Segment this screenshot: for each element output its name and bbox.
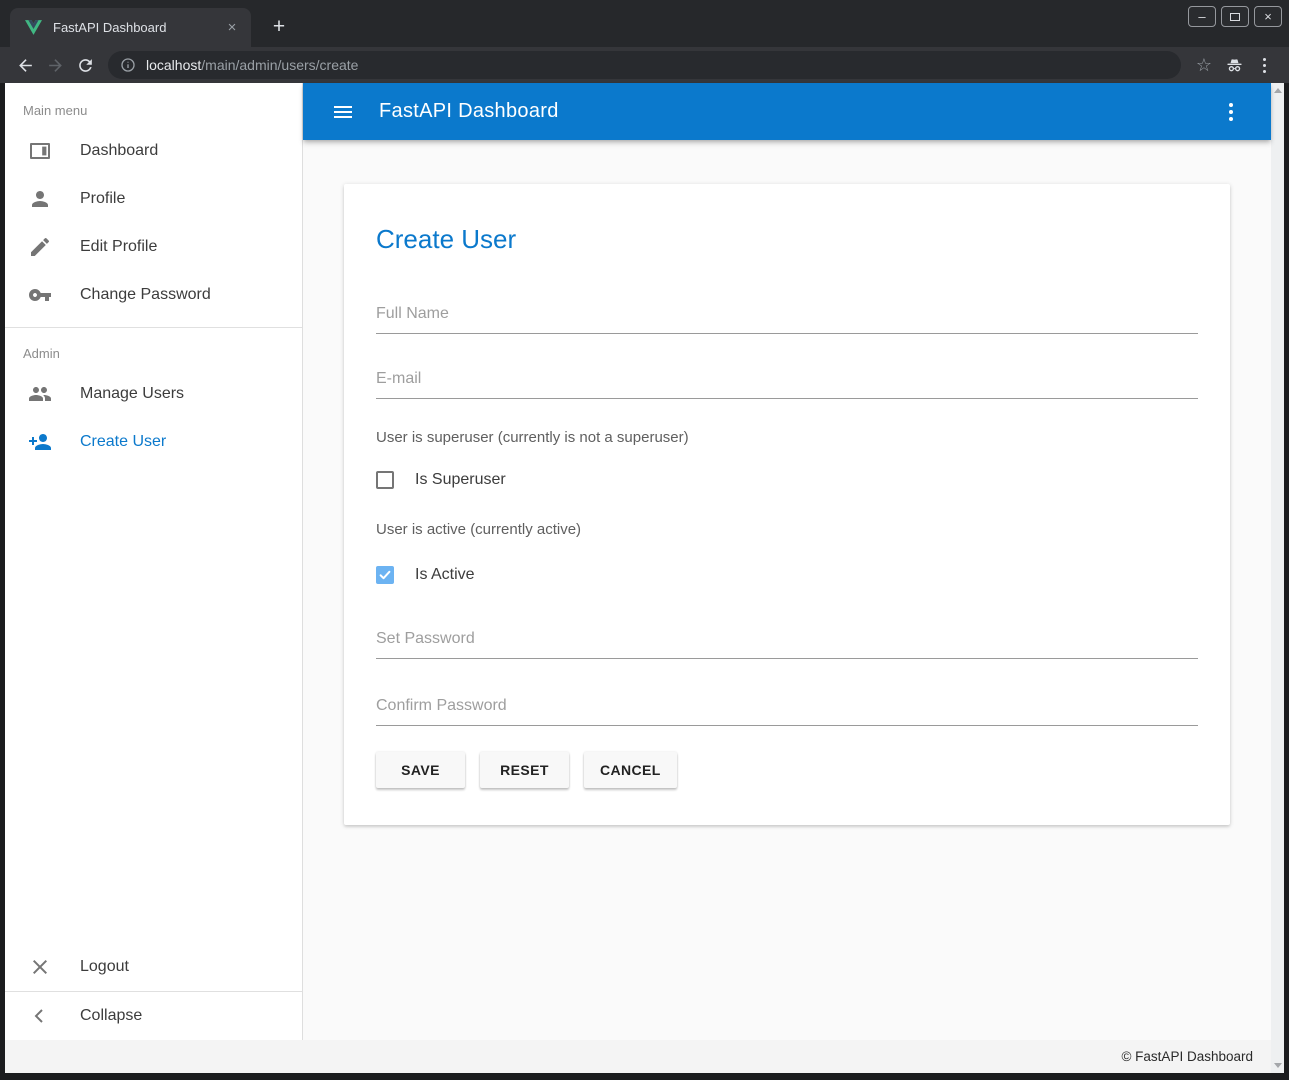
active-checkbox-label: Is Active — [415, 566, 475, 584]
superuser-hint: User is superuser (currently is not a su… — [376, 429, 1198, 446]
reload-button[interactable] — [70, 51, 100, 79]
sidebar-item-dashboard[interactable]: Dashboard — [5, 127, 302, 175]
dashboard-icon — [28, 139, 52, 163]
window-maximize-button[interactable] — [1221, 6, 1249, 27]
star-icon: ☆ — [1196, 55, 1212, 76]
set-password-input[interactable] — [376, 624, 1198, 659]
sidebar-item-profile[interactable]: Profile — [5, 175, 302, 223]
minimize-icon: – — [1198, 10, 1205, 23]
address-bar[interactable]: localhost/main/admin/users/create — [108, 51, 1181, 79]
full-name-field-wrap — [376, 299, 1198, 334]
sidebar-section-admin: Admin — [5, 336, 302, 370]
scrollbar-up-icon[interactable] — [1274, 88, 1282, 93]
browser-window: FastAPI Dashboard × + – × localhost/main… — [0, 0, 1289, 1080]
page-scrollbar[interactable] — [1271, 83, 1284, 1073]
sidebar-item-label: Edit Profile — [80, 238, 157, 256]
incognito-icon — [1225, 56, 1244, 75]
tab-close-icon[interactable]: × — [223, 19, 241, 37]
set-password-field-wrap — [376, 624, 1198, 659]
window-minimize-button[interactable]: – — [1188, 6, 1216, 27]
reset-button[interactable]: RESET — [480, 752, 569, 788]
chevron-left-icon — [28, 1004, 52, 1028]
forward-button[interactable] — [40, 51, 70, 79]
browser-menu-button[interactable] — [1249, 51, 1279, 79]
tab-title: FastAPI Dashboard — [53, 20, 223, 35]
superuser-checkbox-row[interactable]: Is Superuser — [376, 471, 1198, 489]
scrollbar-down-icon[interactable] — [1274, 1063, 1282, 1068]
save-button[interactable]: SAVE — [376, 752, 465, 788]
window-controls: – × — [1188, 6, 1282, 27]
email-field-wrap — [376, 364, 1198, 399]
sidebar-item-logout[interactable]: Logout — [5, 943, 302, 991]
bookmark-button[interactable]: ☆ — [1189, 51, 1219, 79]
key-icon — [28, 283, 52, 307]
close-icon: × — [1264, 10, 1272, 23]
people-icon — [28, 382, 52, 406]
page-content: Create User User is superuser (currently… — [303, 140, 1271, 1040]
browser-tab[interactable]: FastAPI Dashboard × — [10, 8, 251, 47]
confirm-password-field-wrap — [376, 691, 1198, 726]
cancel-button[interactable]: CANCEL — [584, 752, 677, 788]
superuser-checkbox-label: Is Superuser — [415, 471, 506, 489]
sidebar-item-manage-users[interactable]: Manage Users — [5, 370, 302, 418]
sidebar-divider — [5, 327, 302, 328]
back-arrow-icon — [16, 56, 35, 75]
sidebar-item-label: Dashboard — [80, 142, 158, 160]
url-host: localhost — [146, 57, 201, 73]
appbar-menu-button[interactable] — [1207, 88, 1255, 136]
pencil-icon — [28, 235, 52, 259]
person-icon — [28, 187, 52, 211]
close-x-icon — [28, 955, 52, 979]
maximize-icon — [1230, 13, 1240, 21]
main-area: FastAPI Dashboard Create User User is su… — [303, 83, 1271, 1040]
sidebar-item-label: Collapse — [80, 1007, 142, 1025]
sidebar-item-edit-profile[interactable]: Edit Profile — [5, 223, 302, 271]
superuser-checkbox[interactable] — [376, 471, 394, 489]
app-root: Main menu Dashboard Profile Edit Profile — [5, 83, 1271, 1040]
active-checkbox[interactable] — [376, 566, 394, 584]
page-title: Create User — [376, 224, 1198, 255]
sidebar-section-main-menu: Main menu — [5, 93, 302, 127]
sidebar-item-label: Create User — [80, 433, 166, 451]
person-add-icon — [28, 430, 52, 454]
active-hint: User is active (currently active) — [376, 521, 1198, 538]
forward-arrow-icon — [46, 56, 65, 75]
window-close-button[interactable]: × — [1254, 6, 1282, 27]
sidebar-spacer — [5, 466, 302, 943]
form-actions: SAVE RESET CANCEL — [376, 752, 1198, 788]
menu-toggle-button[interactable] — [319, 88, 367, 136]
hamburger-icon — [331, 100, 355, 124]
incognito-indicator — [1219, 51, 1249, 79]
sidebar-item-label: Logout — [80, 958, 129, 976]
footer-copyright: © FastAPI Dashboard — [1121, 1049, 1253, 1064]
info-icon — [120, 57, 136, 73]
sidebar-item-label: Profile — [80, 190, 125, 208]
app-bar: FastAPI Dashboard — [303, 83, 1271, 140]
back-button[interactable] — [10, 51, 40, 79]
app-footer: © FastAPI Dashboard — [5, 1040, 1271, 1073]
check-icon — [378, 568, 392, 582]
reload-icon — [76, 56, 95, 75]
email-input[interactable] — [376, 364, 1198, 399]
create-user-card: Create User User is superuser (currently… — [344, 184, 1230, 825]
full-name-input[interactable] — [376, 299, 1198, 334]
sidebar-item-label: Manage Users — [80, 385, 184, 403]
sidebar-item-change-password[interactable]: Change Password — [5, 271, 302, 319]
active-checkbox-row[interactable]: Is Active — [376, 566, 1198, 584]
browser-toolbar: localhost/main/admin/users/create ☆ — [0, 47, 1289, 83]
sidebar-item-collapse[interactable]: Collapse — [5, 992, 302, 1040]
sidebar-item-create-user[interactable]: Create User — [5, 418, 302, 466]
sidebar-item-label: Change Password — [80, 286, 211, 304]
sidebar: Main menu Dashboard Profile Edit Profile — [5, 83, 303, 1040]
vue-logo-icon — [25, 20, 42, 35]
appbar-title: FastAPI Dashboard — [379, 100, 559, 123]
confirm-password-input[interactable] — [376, 691, 1198, 726]
url-path: /main/admin/users/create — [201, 57, 358, 73]
new-tab-button[interactable]: + — [265, 13, 293, 41]
tab-strip: FastAPI Dashboard × + – × — [0, 0, 1289, 47]
